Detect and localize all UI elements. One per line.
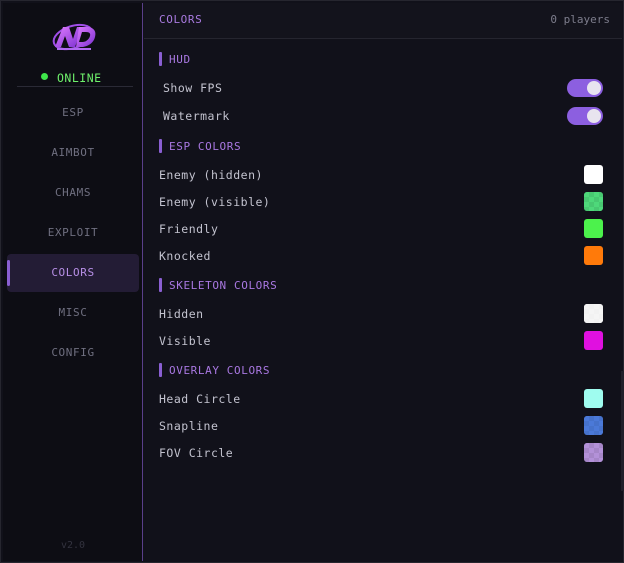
status-dot-icon (41, 73, 48, 80)
nav-item-misc[interactable]: MISC (7, 294, 139, 332)
skeleton-hidden-color-swatch[interactable] (584, 304, 603, 323)
section-accent-bar (159, 139, 162, 153)
version-label: v2.0 (60, 540, 86, 551)
enemy-hidden-label: Enemy (hidden) (159, 168, 263, 182)
snapline-label: Snapline (159, 419, 219, 433)
brand-logo-icon (52, 23, 96, 51)
fov-circle-label: FOV Circle (159, 446, 234, 460)
section-title: ESP COLORS (169, 140, 242, 153)
snapline-color-swatch[interactable] (584, 416, 603, 435)
section-title: SKELETON COLORS (169, 279, 278, 292)
toggle-knob (587, 81, 601, 95)
skeleton-hidden-label: Hidden (159, 307, 204, 321)
page-title: COLORS (159, 13, 203, 26)
section-accent-bar (159, 278, 162, 292)
status-text: ONLINE (57, 71, 102, 85)
nav-item-aimbot[interactable]: AIMBOT (7, 134, 139, 172)
skeleton-visible-color-swatch[interactable] (584, 331, 603, 350)
nav-item-colors[interactable]: COLORS (7, 254, 139, 292)
fov-circle-color-swatch[interactable] (584, 443, 603, 462)
section-title: HUD (169, 53, 191, 66)
nav-item-exploit[interactable]: EXPLOIT (7, 214, 139, 252)
section-accent-bar (159, 52, 162, 66)
skeleton-visible-label: Visible (159, 334, 211, 348)
watermark-toggle[interactable] (567, 107, 603, 125)
friendly-label: Friendly (159, 222, 219, 236)
friendly-color-swatch[interactable] (584, 219, 603, 238)
nav-item-chams[interactable]: CHAMS (7, 174, 139, 212)
enemy-visible-label: Enemy (visible) (159, 195, 271, 209)
section-accent-bar (159, 363, 162, 377)
app-window: ONLINE ESP AIMBOT CHAMS EXPLOIT COLORS M… (0, 0, 624, 563)
head-circle-color-swatch[interactable] (584, 389, 603, 408)
nav-item-esp[interactable]: ESP (7, 94, 139, 132)
connection-status: ONLINE (17, 69, 133, 87)
head-circle-label: Head Circle (159, 392, 241, 406)
enemy-visible-color-swatch[interactable] (584, 192, 603, 211)
sidebar: ONLINE ESP AIMBOT CHAMS EXPLOIT COLORS M… (3, 3, 143, 561)
section-title: OVERLAY COLORS (169, 364, 271, 377)
nav-item-config[interactable]: CONFIG (7, 334, 139, 372)
knocked-label: Knocked (159, 249, 211, 263)
enemy-hidden-color-swatch[interactable] (584, 165, 603, 184)
show-fps-toggle[interactable] (567, 79, 603, 97)
show-fps-label: Show FPS (163, 81, 223, 95)
header-bar: COLORS 0 players (144, 3, 622, 39)
knocked-color-swatch[interactable] (584, 246, 603, 265)
player-count: 0 players (550, 13, 610, 26)
watermark-label: Watermark (163, 109, 230, 123)
toggle-knob (587, 109, 601, 123)
